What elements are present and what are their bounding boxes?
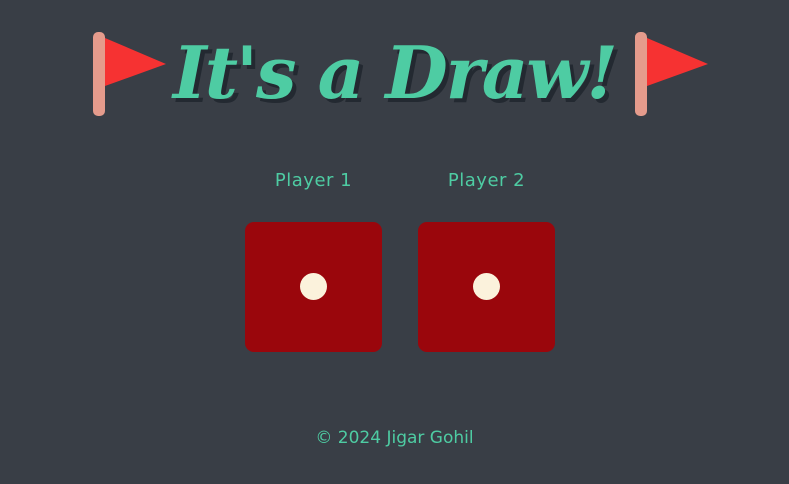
red-flag-icon <box>635 32 708 116</box>
footer-copyright: © 2024 Jigar Gohil <box>315 428 474 448</box>
player-2-die <box>418 222 555 352</box>
die-pip <box>473 273 500 300</box>
player-1-label: Player 1 <box>274 170 353 191</box>
player-1-die <box>245 222 382 352</box>
title-row: It's a Draw! <box>0 28 789 123</box>
die-pip <box>300 273 327 300</box>
player-2-label: Player 2 <box>447 170 526 191</box>
